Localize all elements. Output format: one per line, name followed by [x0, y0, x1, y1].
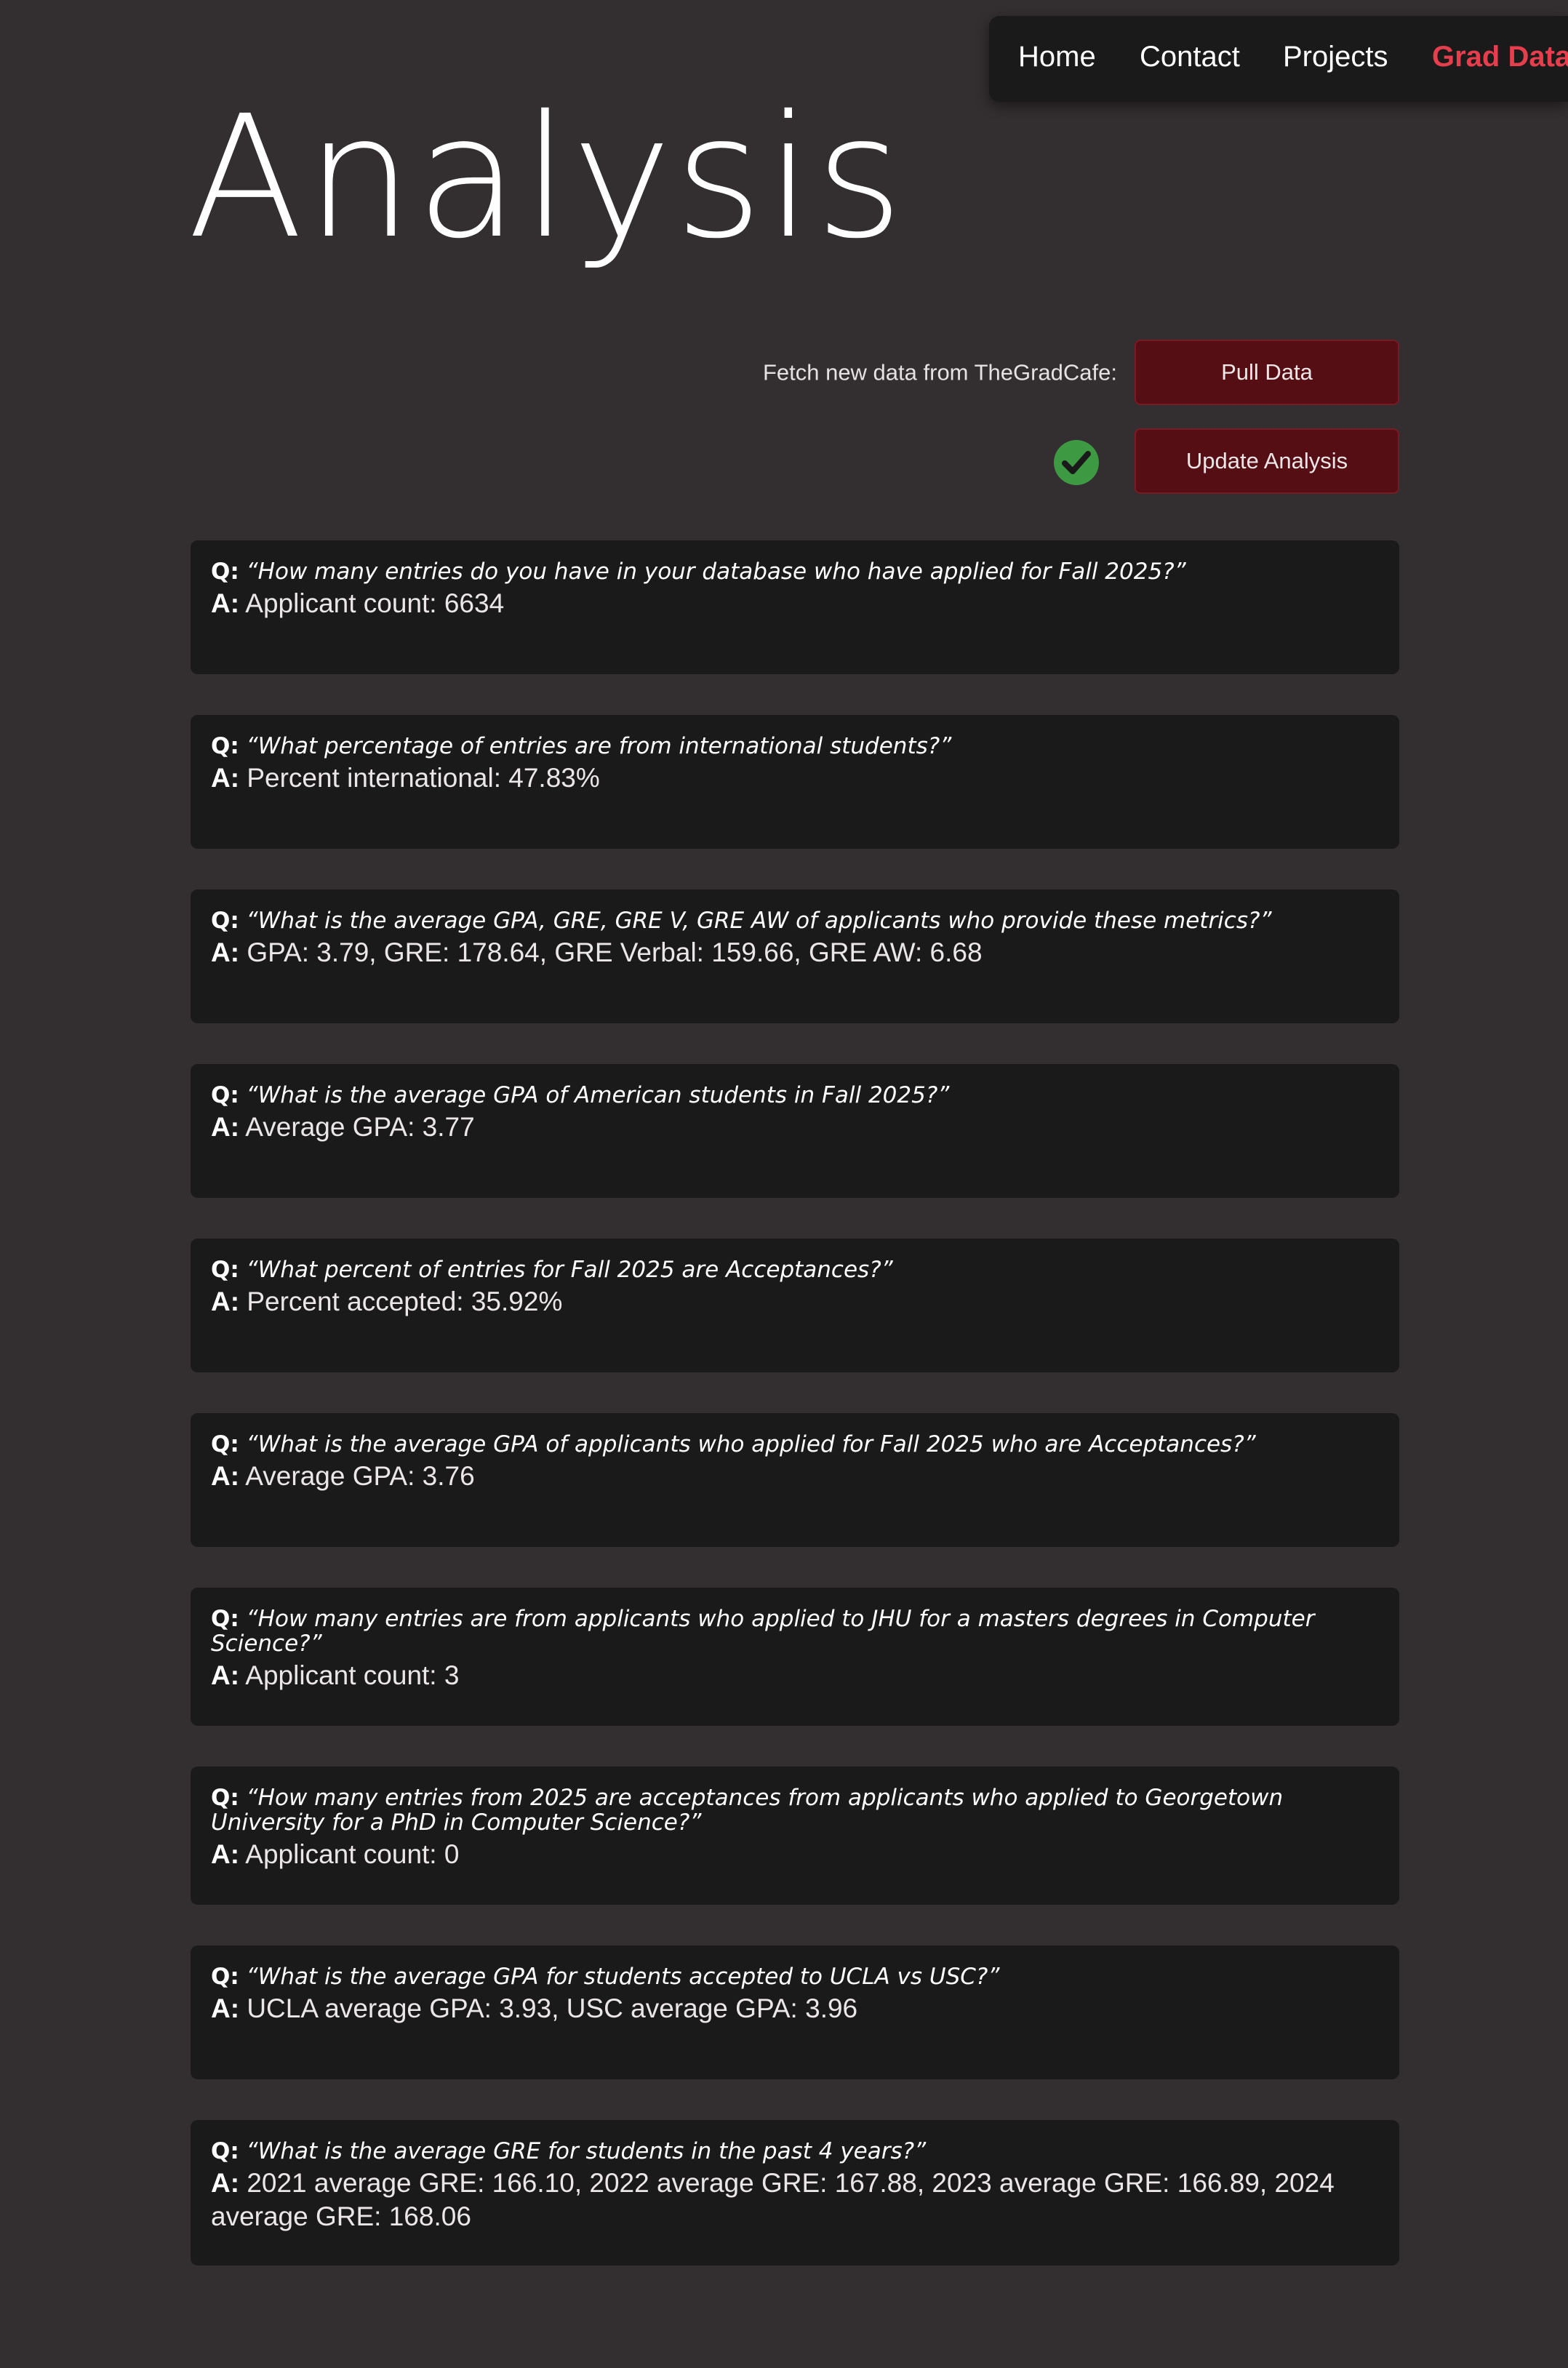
question-prefix: Q: — [211, 559, 239, 585]
question-prefix: Q: — [211, 1257, 239, 1283]
qa-card: Q: “How many entries do you have in your… — [191, 540, 1399, 674]
question-prefix: Q: — [211, 733, 239, 759]
qa-card: Q: “What percent of entries for Fall 202… — [191, 1239, 1399, 1372]
answer-text: Percent international: 47.83% — [247, 763, 600, 793]
answer-prefix: A: — [211, 937, 240, 967]
answer-text: Applicant count: 6634 — [245, 588, 505, 618]
question-text: “What percentage of entries are from int… — [246, 733, 952, 759]
qa-card: Q: “What is the average GPA of American … — [191, 1064, 1399, 1198]
page-title: Analysis — [188, 79, 906, 276]
question-prefix: Q: — [211, 1606, 239, 1632]
question: Q: “What is the average GRE for students… — [211, 2139, 1379, 2164]
question: Q: “What is the average GPA for students… — [211, 1964, 1379, 1989]
question-text: “How many entries are from applicants wh… — [211, 1606, 1315, 1657]
question-text: “What is the average GRE for students in… — [246, 2138, 927, 2164]
answer-prefix: A: — [211, 588, 240, 618]
question: Q: “What is the average GPA, GRE, GRE V,… — [211, 908, 1379, 933]
question: Q: “How many entries are from applicants… — [211, 1607, 1379, 1656]
question: Q: “What percentage of entries are from … — [211, 734, 1379, 759]
answer: A: Average GPA: 3.76 — [211, 1460, 1379, 1493]
question-text: “What is the average GPA of American stu… — [246, 1082, 950, 1108]
question: Q: “How many entries from 2025 are accep… — [211, 1785, 1379, 1835]
answer-prefix: A: — [211, 1112, 240, 1142]
question-text: “How many entries do you have in your da… — [246, 559, 1186, 585]
answer-text: Average GPA: 3.76 — [245, 1461, 475, 1491]
nav-link-contact[interactable]: Contact — [1140, 42, 1240, 71]
answer: A: Applicant count: 6634 — [211, 587, 1379, 620]
answer-text: Average GPA: 3.77 — [245, 1112, 475, 1142]
answer-text: UCLA average GPA: 3.93, USC average GPA:… — [247, 1993, 858, 2023]
nav-link-grad-data[interactable]: Grad Data — [1432, 42, 1568, 71]
fetch-data-label: Fetch new data from TheGradCafe: — [762, 359, 1117, 385]
answer-text: Applicant count: 3 — [245, 1660, 460, 1690]
answer-text: GPA: 3.79, GRE: 178.64, GRE Verbal: 159.… — [247, 937, 983, 967]
question-text: “What is the average GPA, GRE, GRE V, GR… — [246, 908, 1272, 934]
question-text: “What is the average GPA of applicants w… — [246, 1431, 1256, 1457]
answer-prefix: A: — [211, 1839, 240, 1869]
question-text: “How many entries from 2025 are acceptan… — [211, 1785, 1284, 1836]
pull-data-button[interactable]: Pull Data — [1135, 340, 1399, 405]
qa-card: Q: “How many entries from 2025 are accep… — [191, 1767, 1399, 1905]
qa-card: Q: “What percentage of entries are from … — [191, 715, 1399, 849]
answer: A: UCLA average GPA: 3.93, USC average G… — [211, 1992, 1379, 2025]
qa-card: Q: “What is the average GPA, GRE, GRE V,… — [191, 889, 1399, 1023]
answer: A: 2021 average GRE: 166.10, 2022 averag… — [211, 2167, 1379, 2233]
answer: A: Percent international: 47.83% — [211, 761, 1379, 795]
answer: A: Applicant count: 0 — [211, 1838, 1379, 1871]
question: Q: “What is the average GPA of American … — [211, 1083, 1379, 1108]
question-prefix: Q: — [211, 2138, 239, 2164]
question: Q: “What percent of entries for Fall 202… — [211, 1257, 1379, 1282]
answer-prefix: A: — [211, 1287, 240, 1316]
answer-prefix: A: — [211, 763, 240, 793]
update-analysis-button[interactable]: Update Analysis — [1135, 428, 1399, 494]
nav-link-home[interactable]: Home — [1018, 42, 1096, 71]
answer-text: Applicant count: 0 — [245, 1839, 460, 1869]
answer-prefix: A: — [211, 2168, 240, 2198]
question: Q: “How many entries do you have in your… — [211, 559, 1379, 584]
qa-card: Q: “What is the average GRE for students… — [191, 2120, 1399, 2265]
answer: A: Average GPA: 3.77 — [211, 1111, 1379, 1144]
top-navbar: Home Contact Projects Grad Data — [989, 16, 1568, 102]
question-text: “What is the average GPA for students ac… — [246, 1964, 1000, 1990]
answer-prefix: A: — [211, 1461, 240, 1491]
question-prefix: Q: — [211, 1785, 239, 1811]
check-circle-icon — [1054, 440, 1099, 485]
answer-text: Percent accepted: 35.92% — [247, 1287, 563, 1316]
question-prefix: Q: — [211, 1431, 239, 1457]
question-text: “What percent of entries for Fall 2025 a… — [246, 1257, 893, 1283]
answer: A: GPA: 3.79, GRE: 178.64, GRE Verbal: 1… — [211, 936, 1379, 969]
nav-link-projects[interactable]: Projects — [1283, 42, 1388, 71]
answer-text: 2021 average GRE: 166.10, 2022 average G… — [211, 2168, 1335, 2231]
qa-card: Q: “What is the average GPA for students… — [191, 1945, 1399, 2079]
question-prefix: Q: — [211, 908, 239, 934]
answer-prefix: A: — [211, 1993, 240, 2023]
question: Q: “What is the average GPA of applicant… — [211, 1432, 1379, 1457]
qa-card: Q: “What is the average GPA of applicant… — [191, 1413, 1399, 1547]
question-prefix: Q: — [211, 1964, 239, 1990]
qa-card: Q: “How many entries are from applicants… — [191, 1588, 1399, 1726]
answer: A: Percent accepted: 35.92% — [211, 1285, 1379, 1319]
answer-prefix: A: — [211, 1660, 240, 1690]
question-prefix: Q: — [211, 1082, 239, 1108]
answer: A: Applicant count: 3 — [211, 1659, 1379, 1692]
